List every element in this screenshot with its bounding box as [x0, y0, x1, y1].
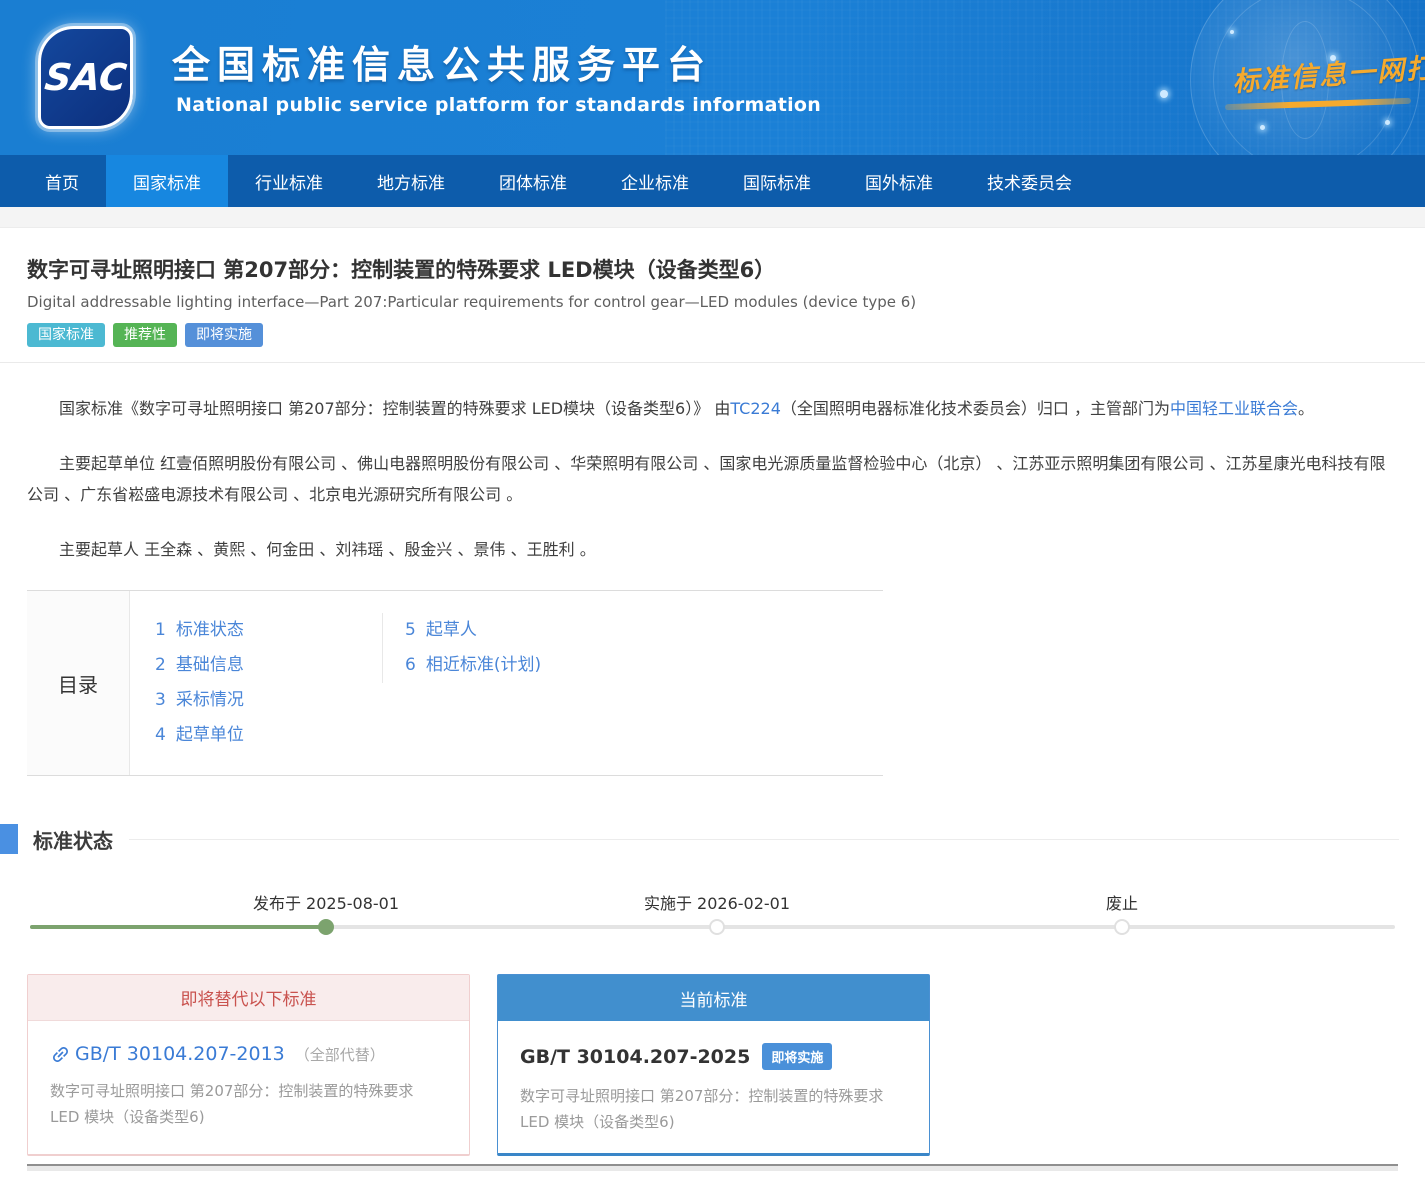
current-standard-desc: 数字可寻址照明接口 第207部分：控制装置的特殊要求 LED 模块（设备类型6): [520, 1083, 907, 1135]
toc-item-basic-info[interactable]: 2 基础信息: [155, 648, 382, 683]
timeline-label-implemented: 实施于 2026-02-01: [644, 890, 790, 914]
replaced-note: （全部代替）: [295, 1044, 385, 1065]
p1-prefix: 国家标准《数字可寻址照明接口 第207部分：控制装置的特殊要求 LED模块（设备…: [59, 399, 730, 418]
standard-title-cn: 数字可寻址照明接口 第207部分：控制装置的特殊要求 LED模块（设备类型6）: [27, 254, 1398, 284]
site-title: 全国标准信息公共服务平台: [172, 34, 712, 89]
nav-item-national-standards[interactable]: 国家标准: [106, 155, 228, 207]
toc-label-cell: 目录: [27, 591, 130, 775]
nav-item-foreign-standards[interactable]: 国外标准: [838, 155, 960, 207]
toc-column-1: 1 标准状态 2 基础信息 3 采标情况 4 起草单位: [130, 613, 382, 753]
toc-column-2: 5 起草人 6 相近标准(计划): [382, 613, 541, 683]
spark-dot: [1230, 30, 1234, 34]
status-section-header: 标准状态: [0, 824, 1425, 854]
toc-item-drafting-units[interactable]: 4 起草单位: [155, 718, 382, 753]
toc-item-label: 标准状态: [176, 620, 244, 640]
timeline-dot-published: [318, 919, 334, 935]
toc-num: 5: [405, 620, 416, 640]
nav-item-technical-committee[interactable]: 技术委员会: [960, 155, 1099, 207]
replaced-code-row: GB/T 30104.207-2013 （全部代替）: [50, 1043, 447, 1065]
status-timeline: 发布于 2025-08-01 实施于 2026-02-01 废止: [0, 882, 1425, 944]
badge-recommended: 推荐性: [113, 323, 177, 347]
timeline-label-published: 发布于 2025-08-01: [253, 890, 399, 914]
toc-item-label: 相近标准(计划): [426, 655, 541, 675]
replaced-standard-desc: 数字可寻址照明接口 第207部分：控制装置的特殊要求 LED 模块（设备类型6): [50, 1078, 447, 1130]
dept-link[interactable]: 中国轻工业联合会: [1170, 399, 1298, 418]
toc-columns: 1 标准状态 2 基础信息 3 采标情况 4 起草单位 5 起草人 6 相近标准(计划): [130, 591, 541, 775]
current-standard-code: GB/T 30104.207-2025: [520, 1046, 750, 1068]
spark-dot: [1260, 125, 1265, 130]
badge-national-standard: 国家标准: [27, 323, 105, 347]
toc-item-similar-standards[interactable]: 6 相近标准(计划): [405, 648, 541, 683]
section-line: [129, 839, 1399, 840]
toc-item-drafters[interactable]: 5 起草人: [405, 613, 541, 648]
nav-item-group-standards[interactable]: 团体标准: [472, 155, 594, 207]
site-header: SAC 全国标准信息公共服务平台 National public service…: [0, 0, 1425, 155]
table-of-contents: 目录 1 标准状态 2 基础信息 3 采标情况 4 起草单位 5 起草人 6 相近标准(计划…: [27, 590, 883, 776]
intro-paragraph-2: 主要起草单位 红壹佰照明股份有限公司 、佛山电器照明股份有限公司 、华荣照明有限…: [27, 448, 1398, 510]
spark-dot: [1160, 90, 1168, 98]
tc224-link[interactable]: TC224: [730, 399, 781, 418]
title-divider: [0, 362, 1425, 363]
toc-label: 目录: [58, 669, 98, 698]
sac-logo-text: SAC: [43, 56, 129, 99]
intro-paragraphs: 国家标准《数字可寻址照明接口 第207部分：控制装置的特殊要求 LED模块（设备…: [27, 393, 1398, 565]
divider-band: [0, 207, 1425, 228]
p1-mid: （全国照明电器标准化技术委员会）归口 ，主管部门为: [781, 399, 1170, 418]
nav-item-international-standards[interactable]: 国际标准: [716, 155, 838, 207]
main-nav: 首页 国家标准 行业标准 地方标准 团体标准 企业标准 国际标准 国外标准 技术…: [0, 155, 1425, 207]
footer-strip: [27, 1164, 1398, 1171]
toc-num: 6: [405, 655, 416, 675]
toc-item-label: 采标情况: [176, 690, 244, 710]
toc-item-label: 起草单位: [176, 725, 244, 745]
toc-num: 4: [155, 725, 166, 745]
timeline-dot-implemented: [709, 919, 725, 935]
section-marker: [0, 824, 18, 854]
nav-item-home[interactable]: 首页: [18, 155, 106, 207]
toc-item-adoption[interactable]: 3 采标情况: [155, 683, 382, 718]
toc-item-label: 起草人: [426, 620, 477, 640]
main-content: 数字可寻址照明接口 第207部分：控制装置的特殊要求 LED模块（设备类型6） …: [0, 228, 1425, 1171]
status-section-title: 标准状态: [33, 825, 113, 854]
badge-upcoming: 即将实施: [185, 323, 263, 347]
replaced-standard-card: 即将替代以下标准 GB/T 30104.207-2013 （全部代替） 数字可寻…: [27, 974, 470, 1156]
timeline-track-done: [30, 925, 326, 929]
upcoming-implementation-badge: 即将实施: [762, 1043, 832, 1070]
toc-num: 3: [155, 690, 166, 710]
site-subtitle: National public service platform for sta…: [176, 94, 821, 116]
intro-paragraph-1: 国家标准《数字可寻址照明接口 第207部分：控制装置的特殊要求 LED模块（设备…: [27, 393, 1398, 424]
timeline-label-abolished: 废止: [1106, 890, 1138, 914]
current-card-header: 当前标准: [498, 975, 929, 1021]
nav-item-enterprise-standards[interactable]: 企业标准: [594, 155, 716, 207]
toc-item-standard-status[interactable]: 1 标准状态: [155, 613, 382, 648]
spark-dot: [1385, 120, 1390, 125]
replaced-card-body: GB/T 30104.207-2013 （全部代替） 数字可寻址照明接口 第20…: [28, 1021, 469, 1148]
chain-link-icon: [46, 1039, 76, 1069]
standard-cards: 即将替代以下标准 GB/T 30104.207-2013 （全部代替） 数字可寻…: [27, 974, 1398, 1156]
current-code-row: GB/T 30104.207-2025 即将实施: [520, 1043, 907, 1070]
nav-item-industry-standards[interactable]: 行业标准: [228, 155, 350, 207]
badge-row: 国家标准 推荐性 即将实施: [27, 323, 1398, 347]
timeline-dot-abolished: [1114, 919, 1130, 935]
current-standard-card: 当前标准 GB/T 30104.207-2025 即将实施 数字可寻址照明接口 …: [497, 974, 930, 1156]
replaced-card-header: 即将替代以下标准: [28, 975, 469, 1021]
intro-paragraph-3: 主要起草人 王全森 、黄熙 、何金田 、刘祎瑶 、殷金兴 、景伟 、王胜利 。: [27, 534, 1398, 565]
sac-logo[interactable]: SAC: [38, 26, 133, 129]
current-card-body: GB/T 30104.207-2025 即将实施 数字可寻址照明接口 第207部…: [498, 1021, 929, 1153]
toc-item-label: 基础信息: [176, 655, 244, 675]
toc-num: 2: [155, 655, 166, 675]
toc-num: 1: [155, 620, 166, 640]
p1-suffix: 。: [1298, 399, 1314, 418]
replaced-standard-link[interactable]: GB/T 30104.207-2013: [75, 1043, 285, 1065]
nav-item-local-standards[interactable]: 地方标准: [350, 155, 472, 207]
standard-title-en: Digital addressable lighting interface—P…: [27, 293, 1398, 311]
